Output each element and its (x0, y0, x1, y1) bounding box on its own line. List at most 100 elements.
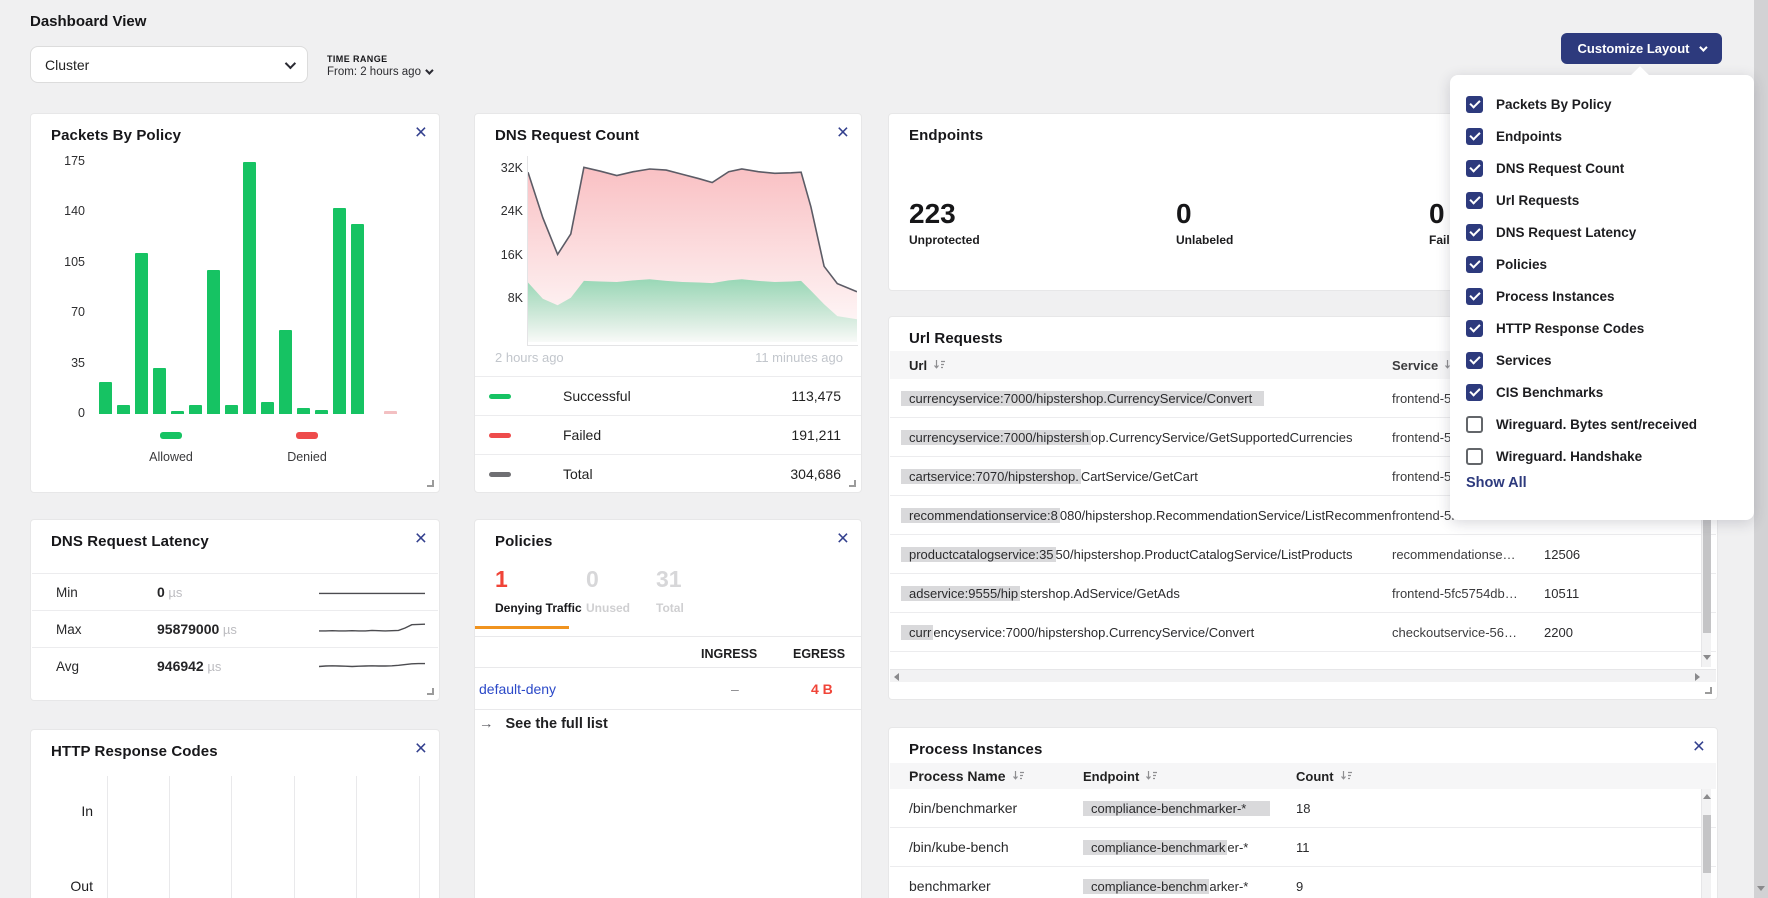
menu-item[interactable]: Wireguard. Bytes sent/received (1450, 408, 1754, 440)
close-icon[interactable]: × (837, 528, 849, 549)
card-title: Url Requests (909, 330, 1003, 347)
latency-unit: µs (219, 622, 237, 637)
time-range: TIME RANGE From: 2 hours ago (327, 54, 431, 78)
legend-swatch (160, 432, 182, 439)
view-selector[interactable]: Cluster (30, 46, 308, 83)
bar-allowed (171, 411, 184, 414)
column-header-process-name[interactable]: Process Name (890, 768, 1083, 784)
dns-legend-row: Successful113,475 (475, 376, 861, 415)
checkbox-checked[interactable] (1466, 160, 1483, 177)
checkbox-checked[interactable] (1466, 288, 1483, 305)
y-axis-tick: 175 (39, 154, 85, 168)
menu-item[interactable]: DNS Request Latency (1450, 216, 1754, 248)
close-icon[interactable]: × (837, 122, 849, 143)
menu-item[interactable]: Services (1450, 344, 1754, 376)
checkbox-unchecked[interactable] (1466, 416, 1483, 433)
card-title: Packets By Policy (51, 127, 181, 144)
column-header-url[interactable]: Url (890, 358, 1392, 373)
gridline (294, 776, 295, 898)
close-icon[interactable]: × (415, 738, 427, 759)
table-row[interactable]: /bin/kube-benchcompliance-benchmarker-*1… (890, 828, 1716, 867)
resize-handle[interactable] (849, 480, 856, 487)
column-header-egress: EGRESS (793, 647, 845, 661)
scroll-down-arrow[interactable] (1757, 886, 1765, 891)
menu-item[interactable]: HTTP Response Codes (1450, 312, 1754, 344)
checkbox-unchecked[interactable] (1466, 448, 1483, 465)
y-axis-tick: 16K (481, 248, 523, 262)
tab-unused[interactable]: 0 Unused (586, 566, 630, 615)
menu-item[interactable]: Policies (1450, 248, 1754, 280)
menu-item[interactable]: Packets By Policy (1450, 88, 1754, 120)
legend-label: Successful (563, 388, 631, 404)
bar-allowed (261, 402, 274, 414)
resize-handle[interactable] (427, 480, 434, 487)
packets-by-policy-card: Packets By Policy × 17514010570350 Allow… (30, 113, 440, 493)
close-icon[interactable]: × (415, 122, 427, 143)
url-cell: currencyservice:7000/hipstershop.Currenc… (890, 391, 1392, 406)
policies-card: Policies × 1 Denying Traffic 0 Unused 31… (474, 519, 862, 898)
menu-item[interactable]: DNS Request Count (1450, 152, 1754, 184)
customize-layout-menu: Packets By PolicyEndpointsDNS Request Co… (1450, 75, 1754, 520)
row-label-out: Out (48, 878, 93, 894)
bar-allowed (279, 330, 292, 414)
checkbox-checked[interactable] (1466, 192, 1483, 209)
highlighted-text: recommendationservice:8 (901, 508, 1060, 523)
dns-request-count-card: DNS Request Count × 32K24K16K8K 2 hours … (474, 113, 862, 493)
checkbox-checked[interactable] (1466, 96, 1483, 113)
checkbox-checked[interactable] (1466, 256, 1483, 273)
menu-item-label: HTTP Response Codes (1496, 321, 1644, 336)
latency-number: 95879000 (157, 621, 219, 637)
legend-label: Failed (563, 427, 601, 443)
checkbox-checked[interactable] (1466, 224, 1483, 241)
table-row[interactable]: currencyservice:7000/hipstershop.Currenc… (890, 613, 1716, 652)
url-table-horizontal-scrollbar[interactable] (890, 669, 1716, 682)
checkbox-checked[interactable] (1466, 384, 1483, 401)
bar-allowed (315, 410, 328, 414)
checkbox-checked[interactable] (1466, 128, 1483, 145)
page-scrollbar[interactable] (1754, 0, 1768, 898)
card-title: Policies (495, 533, 553, 550)
y-axis-tick: 32K (481, 161, 523, 175)
checkbox-checked[interactable] (1466, 352, 1483, 369)
table-row[interactable]: /bin/benchmarkercompliance-benchmarker-*… (890, 789, 1716, 828)
menu-item[interactable]: Process Instances (1450, 280, 1754, 312)
tab-total[interactable]: 31 Total (656, 566, 684, 615)
show-all-link[interactable]: Show All (1466, 475, 1527, 491)
chevron-down-icon (1700, 43, 1708, 51)
column-header-endpoint[interactable]: Endpoint (1083, 769, 1296, 784)
column-header-count[interactable]: Count (1296, 769, 1406, 784)
table-row[interactable]: benchmarkercompliance-benchmarker-*9 (890, 867, 1716, 898)
latency-sparkline (319, 579, 425, 605)
menu-item[interactable]: Url Requests (1450, 184, 1754, 216)
table-row[interactable]: productcatalogservice:3550/hipstershop.P… (890, 535, 1716, 574)
resize-handle[interactable] (1705, 687, 1712, 694)
menu-item[interactable]: Endpoints (1450, 120, 1754, 152)
time-range-value[interactable]: From: 2 hours ago (327, 66, 431, 78)
time-range-label: TIME RANGE (327, 54, 431, 64)
menu-item[interactable]: Wireguard. Handshake (1450, 440, 1754, 472)
see-full-list-link[interactable]: →See the full list (479, 716, 608, 732)
process-table-rows: /bin/benchmarkercompliance-benchmarker-*… (890, 789, 1716, 898)
close-icon[interactable]: × (415, 528, 427, 549)
checkbox-checked[interactable] (1466, 320, 1483, 337)
customize-menu-items: Packets By PolicyEndpointsDNS Request Co… (1450, 88, 1754, 472)
url-text: 080/hipstershop.RecommendationService/Li… (1060, 508, 1392, 523)
customize-layout-button[interactable]: Customize Layout (1561, 33, 1722, 64)
row-label-in: In (48, 803, 93, 819)
tab-denying-traffic[interactable]: 1 Denying Traffic (495, 566, 582, 615)
table-row[interactable]: adservice:9555/hipstershop.AdService/Get… (890, 574, 1716, 613)
close-icon[interactable]: × (1693, 736, 1705, 757)
process-table-header: Process Name Endpoint Count (890, 763, 1716, 789)
process-table-vertical-scrollbar[interactable] (1701, 789, 1711, 898)
latency-number: 0 (157, 584, 165, 600)
count-cell: 9 (1296, 879, 1406, 894)
legend-value: 191,211 (791, 427, 841, 443)
menu-item-label: Wireguard. Handshake (1496, 449, 1642, 464)
menu-item[interactable]: CIS Benchmarks (1450, 376, 1754, 408)
highlighted-text: adservice:9555/hip (901, 586, 1020, 601)
legend-value: 304,686 (790, 466, 841, 482)
bar-allowed (207, 270, 220, 414)
page-title: Dashboard View (30, 13, 146, 30)
resize-handle[interactable] (427, 688, 434, 695)
policy-link[interactable]: default-deny (479, 681, 556, 697)
